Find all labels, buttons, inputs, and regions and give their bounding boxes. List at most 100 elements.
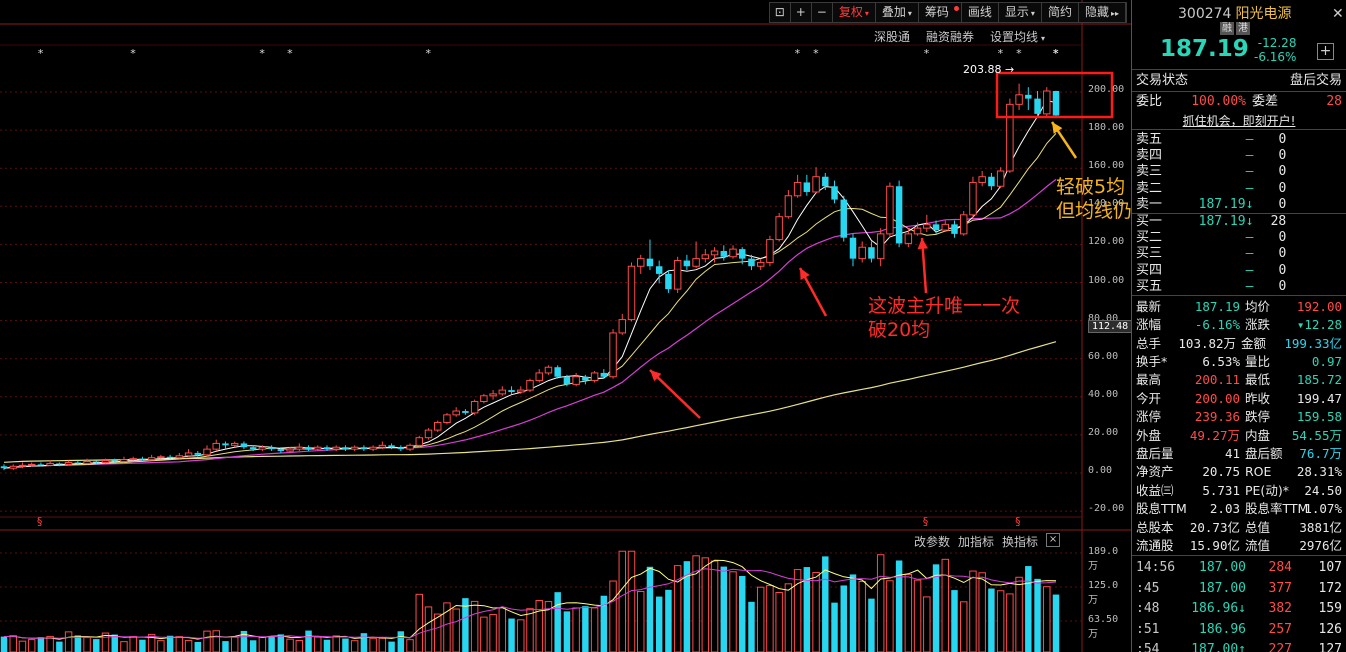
fuquan-button[interactable]: 复权 ▾ <box>833 3 876 22</box>
candle-body-up <box>609 332 617 378</box>
candle-body-down <box>37 464 45 466</box>
volume-bar-down <box>93 639 100 652</box>
caret-down-icon: ▾ <box>907 9 912 18</box>
candle-body-up <box>526 380 534 391</box>
candle-body-up <box>83 461 91 464</box>
volume-bar-up <box>433 613 442 652</box>
trade-volume: 382 <box>1268 601 1292 617</box>
stat-label: 量比 <box>1245 354 1271 370</box>
close-icon[interactable]: × <box>1046 533 1061 547</box>
xianshi-button[interactable]: 显示 ▾ <box>999 3 1042 22</box>
change-params-button[interactable]: 改参数 <box>914 533 950 550</box>
candle-body-down <box>74 462 82 464</box>
switch-indicator-button[interactable]: 换指标 <box>1002 533 1038 550</box>
trade-price: 186.96↓ <box>1191 601 1246 617</box>
shengutong-link[interactable]: 深股通 <box>874 28 910 45</box>
volume-bar-up <box>876 554 885 652</box>
ask-label: 卖五 <box>1136 132 1163 147</box>
candle-body-up <box>812 176 820 193</box>
yincang-button[interactable]: 隐藏 ▸▸ <box>1079 3 1126 22</box>
price-tick-label: 180.00 <box>1088 122 1125 134</box>
open-account-link[interactable]: 抓住机会，即刻开户! <box>1132 112 1346 130</box>
volume-bar-down <box>582 606 589 652</box>
candle-body-up <box>101 460 110 463</box>
diejia-button[interactable]: 叠加 ▾ <box>876 3 919 22</box>
candle-body-up <box>590 372 599 382</box>
stat-label: 最新 <box>1136 298 1162 314</box>
bid-price: — <box>1245 246 1254 262</box>
volume-bar-up <box>535 600 543 652</box>
trade-price: 187.00 <box>1199 580 1246 596</box>
stat-label: 最高 <box>1136 372 1162 388</box>
ask-volume: 0 <box>1278 180 1287 196</box>
ask-volume: 0 <box>1278 148 1287 164</box>
volume-bar-down <box>748 601 755 652</box>
volume-bar-down <box>74 635 82 652</box>
trade-row: :51 186.96 257 126 <box>1132 620 1346 641</box>
bid-label: 买三 <box>1136 246 1163 262</box>
stats-row: 收益㈢ 5.731 PE(动)* 24.50 <box>1132 482 1346 500</box>
add-indicator-button[interactable]: 加指标 <box>958 533 994 550</box>
candle-body-down <box>822 176 829 187</box>
stats-row: 换手* 6.53% 量比 0.97 <box>1132 353 1346 371</box>
volume-bar-up <box>498 607 507 652</box>
rong-tag: 融 <box>1220 22 1234 35</box>
volume-bar-down <box>0 636 8 652</box>
stat-label: 跌停 <box>1245 409 1271 425</box>
candle-body-up <box>618 319 627 334</box>
zoom-in-button[interactable]: + <box>791 3 812 22</box>
add-watchlist-button[interactable]: + <box>1317 43 1334 60</box>
candle-body-up <box>996 170 1005 187</box>
stats-row: 最新 187.19 均价 192.00 <box>1132 298 1346 316</box>
last-price: 187.19 <box>1160 36 1249 62</box>
volume-bar-up <box>9 635 17 652</box>
jianyue-button[interactable]: 简约 <box>1042 3 1079 22</box>
zoom-out-button[interactable]: − <box>812 3 833 22</box>
candle-body-up <box>314 446 322 450</box>
stat-label: 总股本 <box>1136 519 1174 535</box>
price-tick-label: -20.00 <box>1088 503 1125 515</box>
candle-body-up <box>969 181 977 216</box>
stock-chart-app: * * * * * * * * * * * * * * § § § ⊡ + − 复权 ▾ 叠加 ▾ 筹码 画线 显示… <box>0 0 1346 652</box>
volume-bar-down <box>739 575 746 652</box>
lock-icon[interactable]: ⊡ <box>770 3 791 22</box>
candle-body-down <box>323 447 331 450</box>
stat-label: 流通股 <box>1136 537 1174 553</box>
volume-bar-up <box>184 639 193 652</box>
price-tick-label: 20.00 <box>1088 426 1119 438</box>
dividend-marker-icon: § <box>923 515 929 528</box>
rongzi-link[interactable]: 融资融券 <box>926 28 974 45</box>
huaxian-label: 画线 <box>967 5 992 19</box>
volume-bar-up <box>766 585 774 652</box>
stats-row: 涨停 239.36 跌停 159.58 <box>1132 408 1346 426</box>
candle-body-down <box>388 445 395 448</box>
candle-body-down <box>932 224 940 231</box>
stat-label: 外盘 <box>1136 427 1162 443</box>
change-value: -12.28 <box>1257 36 1297 50</box>
candle-body-down <box>563 376 571 385</box>
stats-row: 最高 200.11 最低 185.72 <box>1132 371 1346 389</box>
stats-row: 净资产 20.75 ROE 28.31% <box>1132 463 1346 481</box>
jianyue-label: 简约 <box>1047 5 1072 19</box>
bid-volume: 0 <box>1278 230 1287 246</box>
junxian-setting[interactable]: 设置均线 ▾ <box>990 28 1045 45</box>
volume-bar-up <box>175 636 184 652</box>
close-icon[interactable]: ✕ <box>1332 6 1344 22</box>
candle-body-down <box>720 251 728 257</box>
stock-code: 300274 <box>1178 6 1232 22</box>
candle-body-up <box>212 442 220 450</box>
chouma-button[interactable]: 筹码 <box>919 3 962 22</box>
volume-bar-up <box>18 640 27 652</box>
volume-bar-down <box>222 641 229 652</box>
bid-price: — <box>1245 230 1254 246</box>
volume-change <box>1286 246 1342 262</box>
candle-body-down <box>194 452 202 455</box>
candle-body-up <box>286 448 294 452</box>
stat-value: 54.55万 <box>1291 427 1342 443</box>
stat-label: ROE <box>1245 464 1272 480</box>
candle-body-up <box>424 429 433 439</box>
candle-body-up <box>18 464 27 467</box>
huaxian-button[interactable]: 画线 <box>962 3 999 22</box>
candle-body-down <box>868 247 875 259</box>
ma60-line <box>3 341 1057 463</box>
